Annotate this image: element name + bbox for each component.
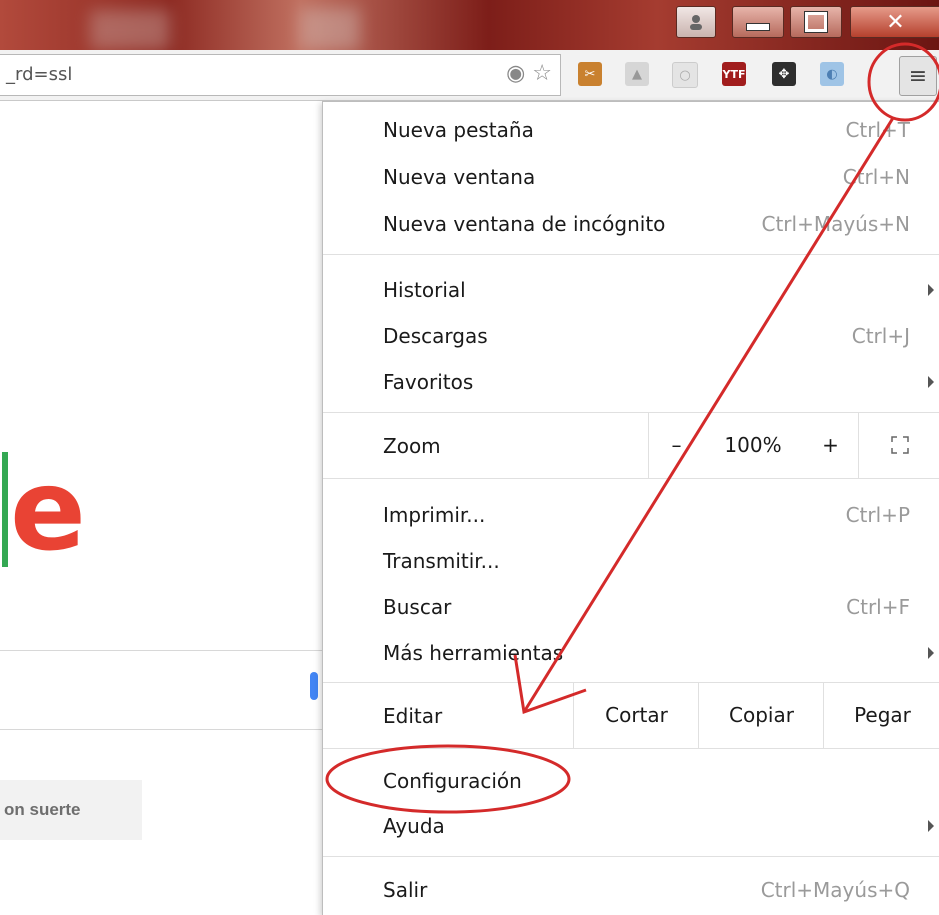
window-titlebar: ✕ xyxy=(0,0,939,50)
zoom-value: 100% xyxy=(724,433,782,457)
ytf-extension-icon[interactable]: YTF xyxy=(722,62,746,86)
menu-item-shortcut: Ctrl+P xyxy=(845,503,910,527)
cut-button[interactable]: Cortar xyxy=(573,682,699,748)
menu-item-print[interactable]: Imprimir... Ctrl+P xyxy=(323,495,939,539)
menu-item-new-tab[interactable]: Nueva pestaña Ctrl+T xyxy=(323,110,939,154)
star-icon[interactable]: ☆ xyxy=(532,61,552,86)
menu-item-label: Buscar xyxy=(383,595,452,619)
user-icon[interactable] xyxy=(676,6,716,38)
menu-item-label: Configuración xyxy=(383,769,522,793)
menu-item-label: Favoritos xyxy=(383,370,474,394)
menu-item-bookmarks[interactable]: Favoritos xyxy=(323,362,939,406)
menu-separator xyxy=(323,254,939,255)
logo-fragment: e xyxy=(10,446,86,576)
menu-item-more-tools[interactable]: Más herramientas xyxy=(323,633,939,677)
menu-item-find[interactable]: Buscar Ctrl+F xyxy=(323,587,939,631)
menu-item-cast[interactable]: Transmitir... xyxy=(323,541,939,585)
menu-item-label: Nueva ventana xyxy=(383,165,536,189)
menu-item-label: Más herramientas xyxy=(383,641,564,665)
microphone-icon[interactable] xyxy=(310,672,318,700)
zoom-label: Zoom xyxy=(383,434,441,458)
browser-toolbar: _rd=ssl ◉ ☆ ✂ ▲ ○ YTF ✥ ◐ ≡ xyxy=(0,50,939,101)
scissors-extension-icon[interactable]: ✂ xyxy=(578,62,602,86)
menu-item-history[interactable]: Historial xyxy=(323,270,939,314)
menu-item-new-window[interactable]: Nueva ventana Ctrl+N xyxy=(323,157,939,201)
zoom-in-button[interactable]: + xyxy=(803,412,858,478)
menu-separator xyxy=(323,748,939,749)
location-icon[interactable]: ◉ xyxy=(506,61,525,86)
menu-item-label: Ayuda xyxy=(383,814,445,838)
menu-item-settings[interactable]: Configuración xyxy=(323,761,939,805)
submenu-arrow-icon xyxy=(928,284,934,296)
extension-icon[interactable]: ✥ xyxy=(772,62,796,86)
lucky-button[interactable]: on suerte xyxy=(0,780,142,840)
menu-item-incognito-window[interactable]: Nueva ventana de incógnito Ctrl+Mayús+N xyxy=(323,204,939,248)
minimize-icon[interactable] xyxy=(732,6,784,38)
background-blur xyxy=(300,8,360,50)
menu-item-label: Nueva ventana de incógnito xyxy=(383,212,666,236)
submenu-arrow-icon xyxy=(928,376,934,388)
fullscreen-icon[interactable] xyxy=(858,412,939,478)
menu-item-label: Salir xyxy=(383,878,428,902)
background-blur xyxy=(90,10,170,50)
menu-separator xyxy=(323,478,939,479)
menu-item-shortcut: Ctrl+N xyxy=(842,165,910,189)
menu-item-shortcut: Ctrl+T xyxy=(845,118,910,142)
menu-item-downloads[interactable]: Descargas Ctrl+J xyxy=(323,316,939,360)
submenu-arrow-icon xyxy=(928,820,934,832)
close-icon[interactable]: ✕ xyxy=(850,6,939,38)
extension-icon[interactable]: ○ xyxy=(672,62,698,88)
menu-item-label: Imprimir... xyxy=(383,503,486,527)
copy-button[interactable]: Copiar xyxy=(698,682,824,748)
hamburger-menu-icon[interactable]: ≡ xyxy=(899,56,937,96)
maximize-icon[interactable] xyxy=(790,6,842,38)
menu-item-label: Historial xyxy=(383,278,466,302)
menu-item-help[interactable]: Ayuda xyxy=(323,806,939,850)
menu-item-shortcut: Ctrl+Mayús+Q xyxy=(760,878,910,902)
search-box[interactable] xyxy=(0,650,322,730)
zoom-out-button[interactable]: – xyxy=(648,412,704,478)
zoom-row: Zoom – 100% + xyxy=(323,412,939,478)
menu-item-label: Descargas xyxy=(383,324,488,348)
submenu-arrow-icon xyxy=(928,647,934,659)
edit-row: Editar Cortar Copiar Pegar xyxy=(323,682,939,748)
chrome-menu: Nueva pestaña Ctrl+T Nueva ventana Ctrl+… xyxy=(322,101,939,915)
menu-item-label: Transmitir... xyxy=(383,549,500,573)
logo-fragment xyxy=(2,452,8,567)
menu-item-shortcut: Ctrl+F xyxy=(846,595,910,619)
menu-item-shortcut: Ctrl+J xyxy=(851,324,910,348)
address-bar[interactable]: _rd=ssl ◉ ☆ xyxy=(0,54,561,96)
menu-item-shortcut: Ctrl+Mayús+N xyxy=(761,212,910,236)
menu-item-exit[interactable]: Salir Ctrl+Mayús+Q xyxy=(323,870,939,914)
extension-icon[interactable]: ▲ xyxy=(625,62,649,86)
menu-item-label: Nueva pestaña xyxy=(383,118,534,142)
paste-button[interactable]: Pegar xyxy=(823,682,939,748)
url-text[interactable]: _rd=ssl xyxy=(6,64,72,85)
extension-icon[interactable]: ◐ xyxy=(820,62,844,86)
edit-label: Editar xyxy=(383,704,443,728)
menu-separator xyxy=(323,856,939,857)
